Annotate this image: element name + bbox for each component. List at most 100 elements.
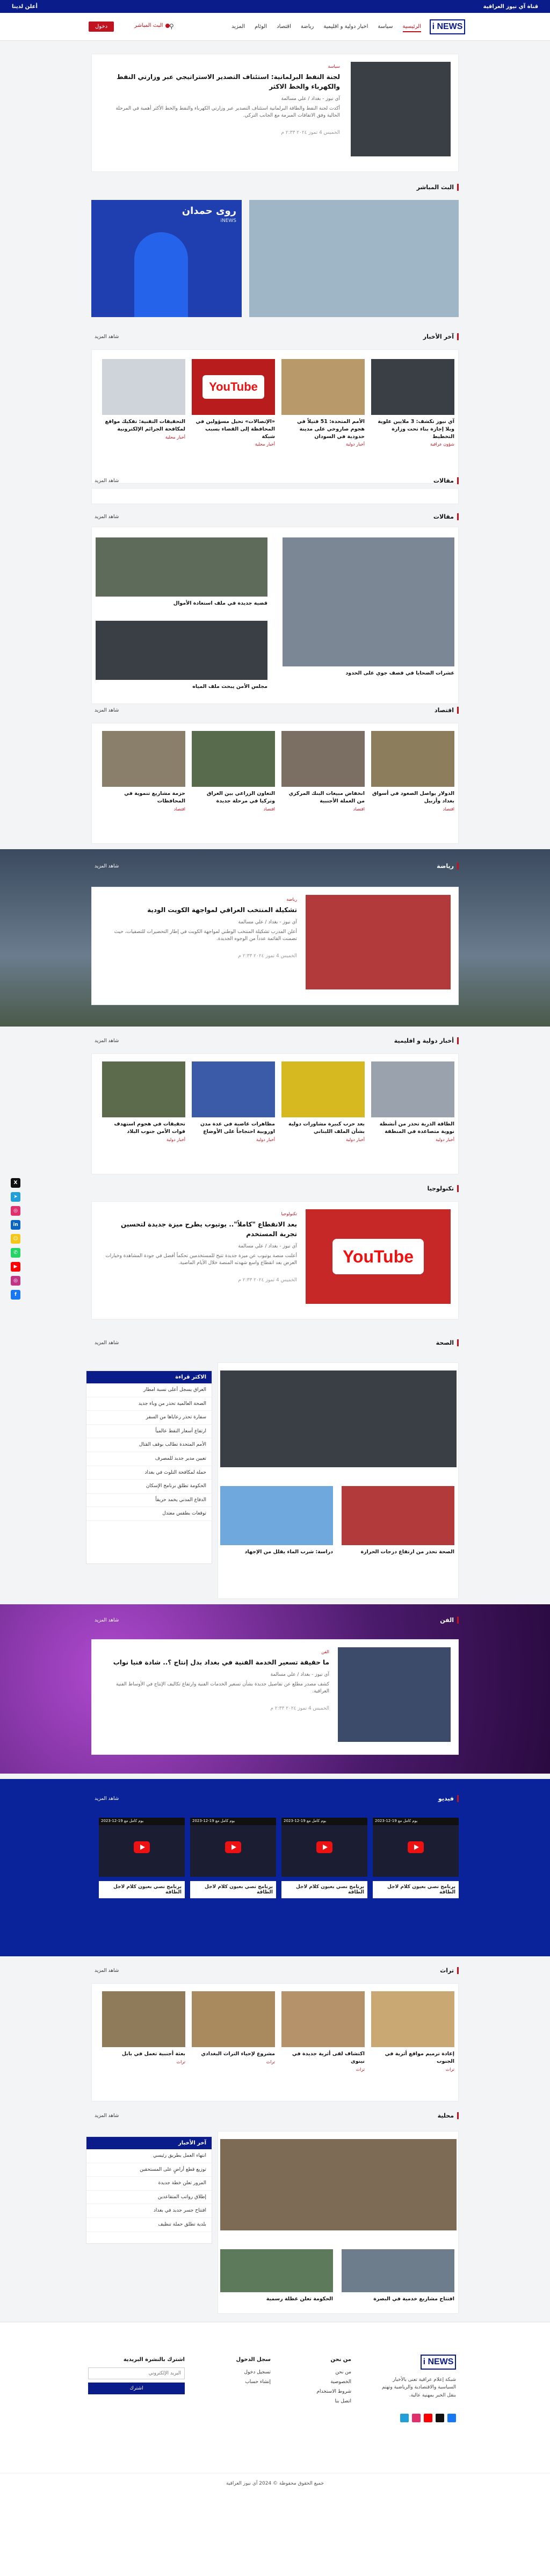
latest-card[interactable]: YouTube «الإتصالات» تحيل مسؤولين في المحا… [192, 359, 275, 447]
art-title[interactable]: ما حقيقة تسعير الخدمة الفنية في بغداد بد… [104, 1657, 329, 1667]
sports-card[interactable]: رياضة تشكيلة المنتخب العراقي لمواجهة الك… [91, 887, 459, 1005]
list-item[interactable]: توزيع قطع أراضٍ على المستحقين [86, 2163, 212, 2177]
footer-link[interactable]: شروط الاستخدام [316, 2387, 351, 2396]
list-item[interactable]: المرور تعلن خطة جديدة [86, 2177, 212, 2191]
intl-card[interactable]: بعد حرب كبيرة مشاورات دولية بشأن الملف ا… [281, 1061, 365, 1142]
footer-link[interactable]: اتصل بنا [316, 2396, 351, 2406]
live-link[interactable]: البث المباشر [134, 23, 170, 28]
footer-link[interactable]: الخصوصية [316, 2377, 351, 2387]
latest-more-link[interactable]: شاهد المزيد [95, 334, 119, 340]
local-main-card[interactable] [220, 2139, 457, 2230]
list-item[interactable]: إطلاق رواتب المتقاعدين [86, 2191, 212, 2205]
list-item[interactable]: الحكومة تطلق برنامج الإسكان [86, 1480, 212, 1494]
sports-title[interactable]: تشكيلة المنتخب العراقي لمواجهة الكويت ال… [104, 905, 297, 915]
politics-side-card[interactable]: مجلس الأمن يبحث ملف المياه [96, 621, 267, 691]
whatsapp-icon[interactable]: ✆ [11, 1248, 20, 1258]
menu-more[interactable]: المزيد [231, 24, 245, 32]
local-side-card[interactable]: افتتاح مشاريع خدمية في البصرة [342, 2249, 454, 2303]
footer-link[interactable]: تسجيل دخول [236, 2367, 271, 2377]
list-item[interactable]: الصحة العالمية تحذر من وباء جديد [86, 1397, 212, 1411]
list-item[interactable]: تعيين مدير جديد للمصرف [86, 1452, 212, 1466]
heritage-card[interactable]: اكتشاف لقى أثرية جديدة في نينوى تراث [281, 1991, 365, 2072]
facebook-icon[interactable] [447, 2414, 456, 2422]
articles-more-link[interactable]: شاهد المزيد [95, 478, 119, 484]
video-title[interactable]: برنامج نصي بعيون كلام لاجل الطاقة [190, 1881, 276, 1898]
art-card[interactable]: الفن ما حقيقة تسعير الخدمة الفنية في بغد… [91, 1639, 459, 1755]
instagram-icon[interactable]: ◎ [11, 1206, 20, 1216]
economy-more-link[interactable]: شاهد المزيد [95, 708, 119, 713]
list-item[interactable]: الدفاع المدني يخمد حريقاً [86, 1494, 212, 1508]
telegram-icon[interactable]: ➤ [11, 1192, 20, 1202]
linkedin-icon[interactable]: in [11, 1220, 20, 1230]
list-item[interactable]: سفارة تحذر رعاياها من السفر [86, 1411, 212, 1425]
site-logo[interactable]: i NEWS [430, 19, 465, 34]
list-item[interactable]: بلدية تطلق حملة تنظيف [86, 2218, 212, 2232]
menu-politics[interactable]: سياسة [378, 24, 393, 32]
menu-wiam[interactable]: الوئام [255, 24, 267, 32]
hero-title[interactable]: لجنة النفط البرلمانية: استئناف التصدير ا… [104, 72, 340, 91]
newsletter-email-input[interactable] [88, 2367, 185, 2379]
intl-card[interactable]: تحقيقات في هجوم استهدف قوات الأمن جنوب ا… [102, 1061, 185, 1142]
youtube-icon[interactable]: ▶ [11, 1262, 20, 1272]
telegram-icon[interactable] [400, 2414, 409, 2422]
advertise-link[interactable]: أعلن لدينا [12, 4, 38, 10]
local-more-link[interactable]: شاهد المزيد [95, 2113, 119, 2119]
heritage-more-link[interactable]: شاهد المزيد [95, 1968, 119, 1974]
list-item[interactable]: العراق يسجل أعلى نسبة امطار [86, 1383, 212, 1397]
latest-card[interactable]: الأمم المتحدة: 51 قتيلاً في هجوم صاروخي … [281, 359, 365, 447]
economy-card[interactable]: انخفاض مبيعات البنك المركزي من العملة ال… [281, 731, 365, 812]
intl-more-link[interactable]: شاهد المزيد [95, 1038, 119, 1044]
play-icon[interactable] [134, 1841, 150, 1853]
video-more-link[interactable]: شاهد المزيد [95, 1796, 119, 1802]
menu-intl[interactable]: اخبار دولية و اقليمية [323, 24, 368, 32]
login-button[interactable]: دخول [89, 21, 114, 32]
art-more-link[interactable]: شاهد المزيد [95, 1618, 119, 1623]
economy-card[interactable]: الدولار يواصل الصعود في أسواق بغداد وأرب… [371, 731, 454, 812]
list-item[interactable]: افتتاح جسر جديد في بغداد [86, 2204, 212, 2218]
intl-card[interactable]: مظاهرات غاضبة في عدة مدن اوروبية احتجاجا… [192, 1061, 275, 1142]
sports-more-link[interactable]: شاهد المزيد [95, 864, 119, 869]
latest-card[interactable]: التحقيقات التقنية: تفكيك مواقع لمكافحة ا… [102, 359, 185, 440]
snapchat-icon[interactable]: ☺ [11, 1234, 20, 1244]
politics-more-link[interactable]: شاهد المزيد [95, 514, 119, 520]
health-side-card[interactable]: الصحة تحذر من ارتفاع درجات الحرارة [342, 1486, 454, 1556]
instagram-icon[interactable] [412, 2414, 421, 2422]
heritage-card[interactable]: مشروع لإحياء التراث البغدادي تراث [192, 1991, 275, 2064]
footer-link[interactable]: إنشاء حساب [236, 2377, 271, 2387]
list-item[interactable]: الأمم المتحدة تطالب بوقف القتال [86, 1438, 212, 1452]
play-icon[interactable] [316, 1841, 332, 1853]
instagram-alt-icon[interactable]: ◎ [11, 1276, 20, 1286]
latest-card[interactable]: آي نيوز تكشف: 3 ملايين علوية وبلا إجازة … [371, 359, 454, 447]
menu-sports[interactable]: رياضة [301, 24, 314, 32]
politics-main-card[interactable]: عشرات الضحايا في قصف جوي على الحدود [283, 537, 454, 677]
live-screen-main[interactable] [249, 200, 459, 317]
politics-side-card[interactable]: قضية جديدة في ملف استعادة الأموال [96, 537, 267, 607]
subscribe-button[interactable]: اشترك [88, 2383, 185, 2394]
list-item[interactable]: ارتفاع أسعار النفط عالمياً [86, 1425, 212, 1439]
play-icon[interactable] [408, 1841, 424, 1853]
list-item[interactable]: حملة لمكافحة التلوث في بغداد [86, 1466, 212, 1480]
health-main-card[interactable] [220, 1370, 457, 1467]
tech-card[interactable]: YouTube تكنولوجيا بعد الانقطاع "كاملاً".… [91, 1201, 459, 1319]
menu-economy[interactable]: اقتصاد [277, 24, 291, 32]
intl-card[interactable]: الطاقة الذرية تحذر من أنشطة نووية متصاعد… [371, 1061, 454, 1142]
play-icon[interactable] [225, 1841, 241, 1853]
economy-card[interactable]: التعاون الزراعي بين العراق وتركيا في مرح… [192, 731, 275, 812]
hero-card[interactable]: سياسة لجنة النفط البرلمانية: استئناف الت… [91, 54, 459, 172]
tech-title[interactable]: بعد الانقطاع "كاملاً".. يوتيوب يطرح ميزة… [104, 1219, 297, 1239]
video-title[interactable]: برنامج نصي بعيون كلام لاجل الطاقة [99, 1881, 185, 1898]
heritage-card[interactable]: إعادة ترميم مواقع أثرية في الجنوب تراث [371, 1991, 454, 2072]
health-more-link[interactable]: شاهد المزيد [95, 1340, 119, 1346]
list-item[interactable]: انتهاء العمل بطريق رئيسي [86, 2149, 212, 2163]
x-twitter-icon[interactable] [436, 2414, 444, 2422]
x-twitter-icon[interactable]: X [11, 1178, 20, 1188]
list-item[interactable]: توقعات بطقس معتدل [86, 1507, 212, 1521]
live-screen-anchor[interactable]: روى حمدان iNEWS [91, 200, 242, 317]
heritage-card[interactable]: بعثة أجنبية تعمل في بابل تراث [102, 1991, 185, 2064]
health-side-card[interactable]: دراسة: شرب الماء يقلل من الإجهاد [220, 1486, 333, 1556]
video-title[interactable]: برنامج نصي بعيون كلام لاجل الطاقة [373, 1881, 459, 1898]
menu-home[interactable]: الرئيسية [402, 24, 421, 32]
video-card[interactable]: 2023-12-19 يوم كامل مع [281, 1818, 367, 1877]
footer-link[interactable]: من نحن [316, 2367, 351, 2377]
video-card[interactable]: 2023-12-19 يوم كامل مع [373, 1818, 459, 1877]
